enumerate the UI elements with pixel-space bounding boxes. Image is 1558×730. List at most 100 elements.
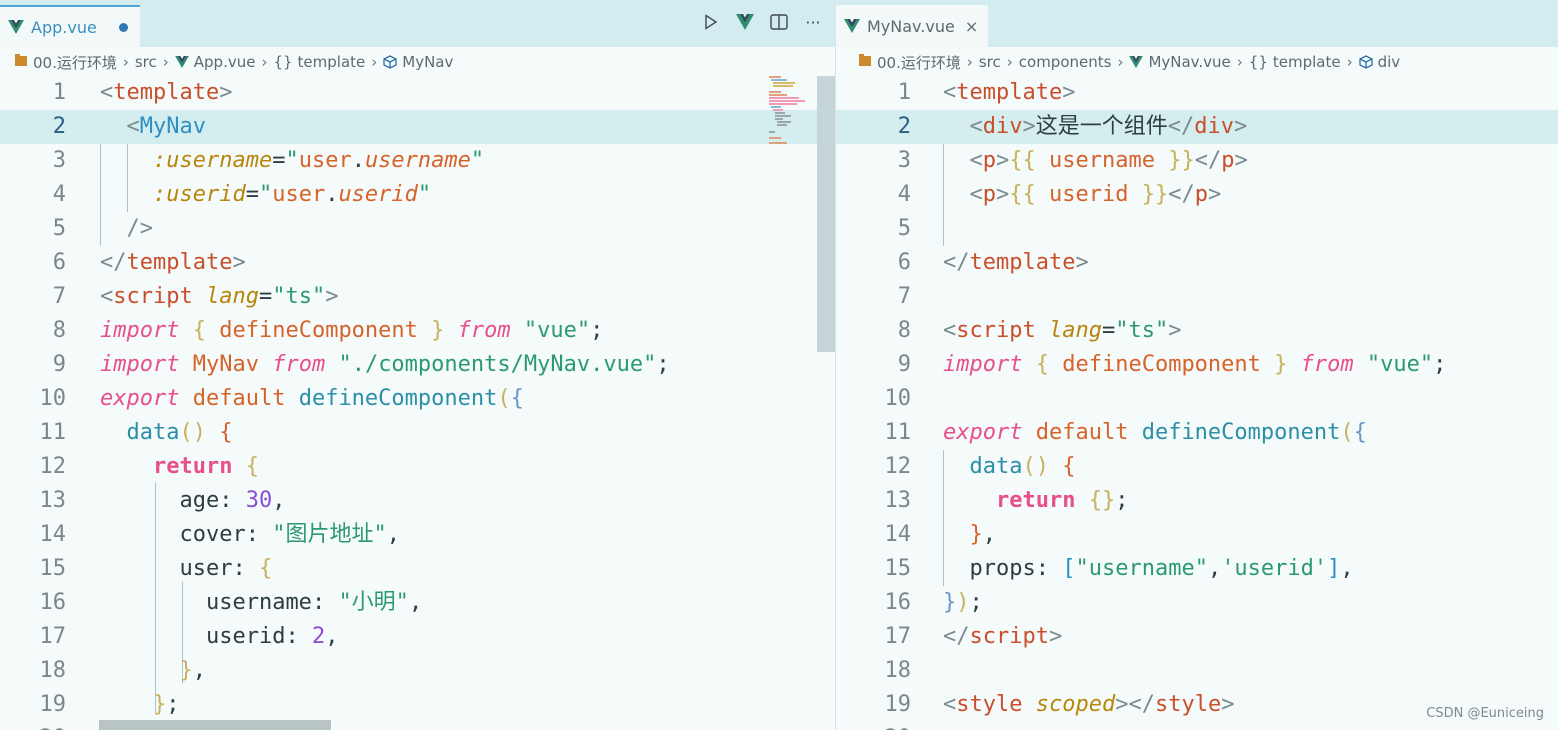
vue-file-icon — [8, 20, 24, 34]
breadcrumb-div[interactable]: div — [1378, 53, 1401, 71]
breadcrumb-file[interactable]: MyNav.vue — [1148, 53, 1230, 71]
token: :username — [152, 148, 273, 173]
code-text: <script lang="ts"> — [100, 280, 338, 314]
horizontal-scrollbar[interactable] — [99, 720, 331, 730]
code-line: 16 username: "小明", — [0, 586, 835, 620]
minimap[interactable] — [760, 76, 818, 336]
token: { — [192, 318, 206, 343]
line-number: 10 — [884, 386, 912, 411]
token: p — [982, 182, 996, 207]
code-line: 1 <template> — [836, 76, 1558, 110]
chevron-right-icon: › — [1006, 53, 1013, 71]
token: export — [100, 386, 180, 411]
token: export — [943, 420, 1023, 445]
code-line: 10 — [836, 382, 1558, 416]
braces-icon: {} — [273, 53, 293, 71]
token: {{ — [1009, 148, 1036, 173]
token: </ — [1168, 182, 1195, 207]
token: < — [969, 182, 983, 207]
token: from — [457, 318, 511, 343]
token: " — [417, 182, 432, 207]
chevron-right-icon: › — [1117, 53, 1124, 71]
token: , — [386, 522, 400, 547]
line-number: 7 — [897, 284, 911, 309]
breadcrumb-template[interactable]: template — [298, 53, 366, 71]
code-text: age: 30, — [100, 484, 285, 518]
token: userid — [338, 182, 418, 207]
vertical-scrollbar[interactable] — [817, 76, 835, 352]
token: "小明" — [338, 590, 409, 615]
breadcrumb-components[interactable]: components — [1019, 53, 1112, 71]
tab-mynav-vue[interactable]: MyNav.vue × — [836, 5, 988, 47]
breadcrumb-file[interactable]: App.vue — [194, 53, 256, 71]
breadcrumb-src[interactable]: src — [979, 53, 1001, 71]
code-text: import { defineComponent } from "vue"; — [943, 348, 1446, 382]
breadcrumb-src[interactable]: src — [135, 53, 157, 71]
line-number: 18 — [884, 658, 912, 683]
token: . — [351, 148, 365, 173]
token: "ts" — [272, 284, 326, 309]
right-editor-pane: MyNav.vue × 00.运行环境 › src › components ›… — [835, 0, 1558, 730]
token: import — [943, 352, 1023, 377]
code-line: 15 props: ["username",'userid'], — [836, 552, 1558, 586]
line-number: 19 — [39, 692, 67, 717]
line-number: 4 — [52, 182, 66, 207]
token: "vue" — [1366, 352, 1434, 377]
token: { — [1035, 352, 1049, 377]
token: : — [219, 488, 233, 513]
vue-devtools-icon[interactable] — [735, 12, 755, 32]
token: data — [126, 420, 180, 445]
token: }} — [1141, 182, 1169, 207]
token: } — [179, 658, 193, 683]
code-editor-right[interactable]: 1 <template> 2 <div>这是一个组件</div> 3 <p>{{ … — [836, 76, 1558, 730]
token: style — [1154, 692, 1222, 717]
token: import — [100, 318, 180, 343]
token: > — [232, 250, 246, 275]
token: default — [1035, 420, 1129, 445]
line-number: 19 — [884, 692, 912, 717]
code-text: import MyNav from "./components/MyNav.vu… — [100, 348, 670, 382]
token: = — [272, 148, 286, 173]
token: lang — [205, 284, 259, 309]
line-number: 12 — [39, 454, 67, 479]
token: {{ — [1009, 182, 1036, 207]
line-number: 11 — [884, 420, 912, 445]
line-number: 10 — [39, 386, 67, 411]
vue-file-icon — [174, 56, 189, 68]
code-editor-left[interactable]: 1 <template> 2 <MyNav 3 :username="user.u… — [0, 76, 835, 730]
token: props — [969, 556, 1036, 581]
chevron-right-icon: › — [261, 53, 268, 71]
split-editor-icon[interactable] — [769, 12, 789, 32]
more-actions-icon[interactable]: ··· — [803, 12, 823, 32]
token: < — [943, 692, 957, 717]
code-line: 8 <script lang="ts"> — [836, 314, 1558, 348]
code-line: 7 — [836, 280, 1558, 314]
token: ; — [969, 590, 983, 615]
run-icon[interactable] — [701, 12, 721, 32]
breadcrumb-folder[interactable]: 00.运行环境 — [33, 52, 117, 73]
code-text: username: "小明", — [100, 586, 422, 620]
element-cube-icon — [1358, 55, 1373, 69]
code-line: 12 return { — [0, 450, 835, 484]
tab-app-vue[interactable]: App.vue — [0, 5, 140, 47]
code-line: 8 import { defineComponent } from "vue"; — [0, 314, 835, 348]
tab-label: App.vue — [31, 17, 97, 37]
code-line: 18 }, — [0, 654, 835, 688]
right-tab-bar: MyNav.vue × — [836, 0, 1558, 47]
code-text: <MyNav — [100, 110, 206, 144]
breadcrumb-folder[interactable]: 00.运行环境 — [877, 52, 961, 73]
breadcrumb-template[interactable]: template — [1273, 53, 1341, 71]
code-text: return { — [100, 450, 259, 484]
breadcrumb-mynav[interactable]: MyNav — [402, 53, 453, 71]
token: ( — [497, 386, 511, 411]
close-icon[interactable]: × — [965, 17, 978, 36]
code-line: 5 /> — [0, 212, 835, 246]
code-text: return {}; — [943, 484, 1128, 518]
token: user — [179, 556, 233, 581]
token: : — [232, 556, 246, 581]
unsaved-dot-icon[interactable] — [119, 22, 128, 32]
breadcrumb: 00.运行环境 › src › components › MyNav.vue ›… — [836, 47, 1558, 77]
code-text: userid: 2, — [100, 620, 338, 654]
token: username — [364, 148, 471, 173]
token: > — [325, 284, 339, 309]
